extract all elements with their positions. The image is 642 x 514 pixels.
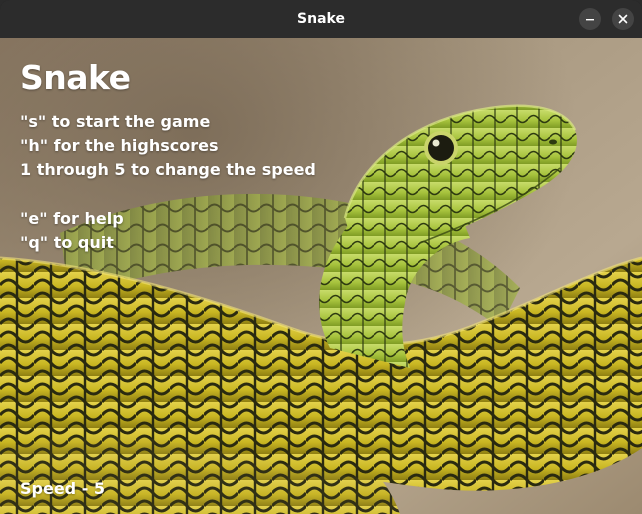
title-bar[interactable]: Snake — [0, 0, 642, 39]
instruction-help: "e" for help — [20, 209, 124, 228]
close-icon — [618, 14, 628, 24]
minimize-icon — [586, 19, 594, 21]
close-button[interactable] — [612, 8, 634, 30]
instruction-quit: "q" to quit — [20, 233, 114, 252]
game-title: Snake — [20, 58, 131, 97]
app-window: Snake Snake "s" to start the game "h" fo… — [0, 0, 642, 514]
instruction-highscores: "h" for the highscores — [20, 136, 219, 155]
instructions-list: "s" to start the game "h" for the highsc… — [20, 110, 316, 255]
minimize-button[interactable] — [579, 8, 601, 30]
speed-indicator: Speed - 5 — [20, 479, 106, 498]
instruction-start: "s" to start the game — [20, 112, 211, 131]
instruction-speed: 1 through 5 to change the speed — [20, 160, 316, 179]
game-canvas[interactable]: Snake "s" to start the game "h" for the … — [0, 38, 642, 514]
window-title: Snake — [297, 11, 345, 27]
